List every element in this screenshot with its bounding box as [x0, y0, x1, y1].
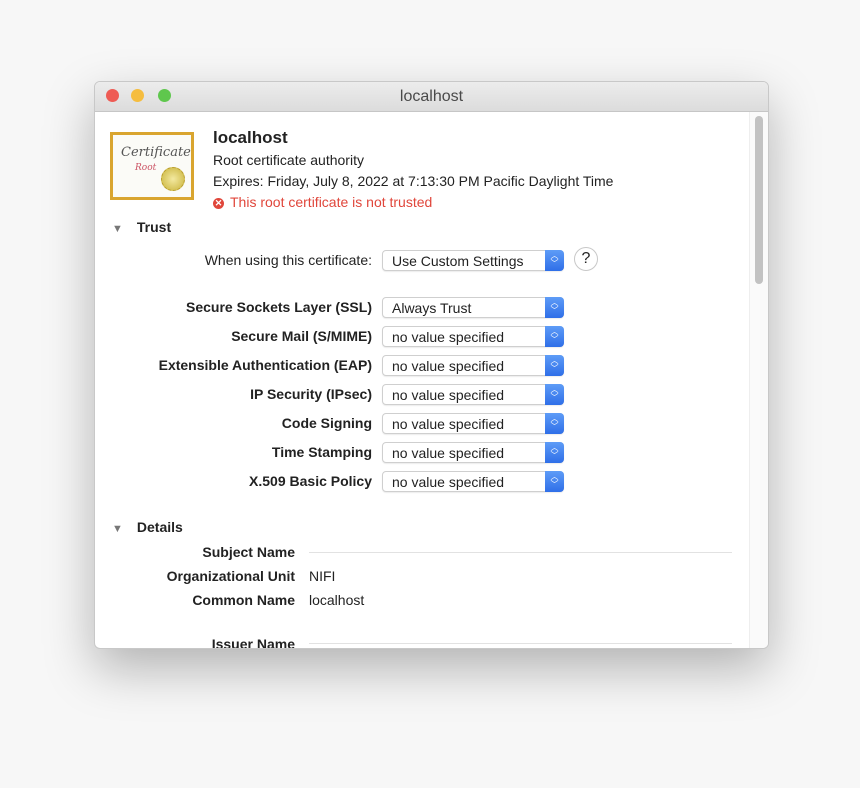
trust-row-label: Secure Sockets Layer (SSL)	[186, 299, 372, 315]
details-section-title: Details	[136, 519, 183, 535]
certificate-icon: Certificate Root	[110, 132, 194, 200]
trust-setting-popup[interactable]: no value specified ︿ ﹀	[382, 384, 564, 405]
divider	[309, 552, 732, 553]
issuer-name-heading: Issuer Name	[211, 636, 295, 649]
chevron-updown-icon: ︿ ﹀	[545, 413, 564, 434]
trust-setting-popup[interactable]: no value specified ︿ ﹀	[382, 442, 564, 463]
trust-row-label: IP Security (IPsec)	[250, 386, 372, 402]
trust-setting-popup[interactable]: no value specified ︿ ﹀	[382, 471, 564, 492]
trust-row-label: Code Signing	[281, 415, 372, 431]
seal-icon	[161, 167, 185, 191]
error-icon: ✕	[213, 198, 224, 209]
trust-row-label: Time Stamping	[271, 444, 372, 460]
common-name-label: Common Name	[192, 592, 295, 608]
org-unit-value: NIFI	[309, 568, 336, 584]
chevron-updown-icon: ︿ ﹀	[545, 250, 564, 271]
chevron-updown-icon: ︿ ﹀	[545, 297, 564, 318]
common-name-value: localhost	[309, 592, 365, 608]
trust-setting-popup[interactable]: no value specified ︿ ﹀	[382, 355, 564, 376]
divider	[309, 643, 732, 644]
disclosure-triangle-icon: ▼	[112, 223, 123, 235]
scrollbar[interactable]	[749, 112, 768, 648]
help-button[interactable]: ?	[574, 247, 598, 271]
trust-warning: ✕ This root certificate is not trusted	[213, 194, 432, 210]
popup-value: no value specified	[392, 329, 505, 345]
trust-row-label: Secure Mail (S/MIME)	[231, 328, 372, 344]
trust-setting-popup[interactable]: no value specified ︿ ﹀	[382, 413, 564, 434]
popup-value: Always Trust	[392, 300, 472, 316]
chevron-updown-icon: ︿ ﹀	[545, 326, 564, 347]
trust-section-toggle[interactable]: ▼ Trust	[112, 219, 171, 237]
trust-row-label: Extensible Authentication (EAP)	[158, 357, 372, 373]
popup-value: no value specified	[392, 474, 505, 490]
certificate-window: localhost Certificate Root localhost Roo…	[94, 81, 769, 649]
trust-warning-text: This root certificate is not trusted	[230, 194, 433, 210]
org-unit-label: Organizational Unit	[166, 568, 295, 584]
when-using-popup[interactable]: Use Custom Settings ︿ ﹀	[382, 250, 564, 271]
popup-value: no value specified	[392, 416, 505, 432]
certificate-icon-text: Certificate	[121, 145, 191, 160]
title-bar: localhost	[95, 82, 768, 112]
certificate-name: localhost	[213, 128, 288, 147]
when-using-label: When using this certificate:	[204, 252, 372, 268]
popup-value: Use Custom Settings	[392, 253, 524, 269]
subject-name-heading: Subject Name	[202, 544, 295, 560]
popup-value: no value specified	[392, 445, 505, 461]
trust-setting-popup[interactable]: Always Trust ︿ ﹀	[382, 297, 564, 318]
expiry-date: Expires: Friday, July 8, 2022 at 7:13:30…	[213, 173, 614, 189]
trust-section-title: Trust	[136, 219, 172, 235]
window-title: localhost	[399, 88, 464, 105]
chevron-updown-icon: ︿ ﹀	[545, 442, 564, 463]
chevron-updown-icon: ︿ ﹀	[545, 384, 564, 405]
disclosure-triangle-icon: ▼	[112, 523, 123, 535]
certificate-icon-subtext: Root	[135, 163, 157, 173]
chevron-updown-icon: ︿ ﹀	[545, 355, 564, 376]
popup-value: no value specified	[392, 387, 505, 403]
trust-row-label: X.509 Basic Policy	[249, 473, 372, 489]
trust-setting-popup[interactable]: no value specified ︿ ﹀	[382, 326, 564, 347]
popup-value: no value specified	[392, 358, 505, 374]
chevron-updown-icon: ︿ ﹀	[545, 471, 564, 492]
scrollbar-thumb[interactable]	[755, 116, 763, 284]
certificate-kind: Root certificate authority	[213, 152, 364, 168]
details-section-toggle[interactable]: ▼ Details	[112, 519, 183, 537]
